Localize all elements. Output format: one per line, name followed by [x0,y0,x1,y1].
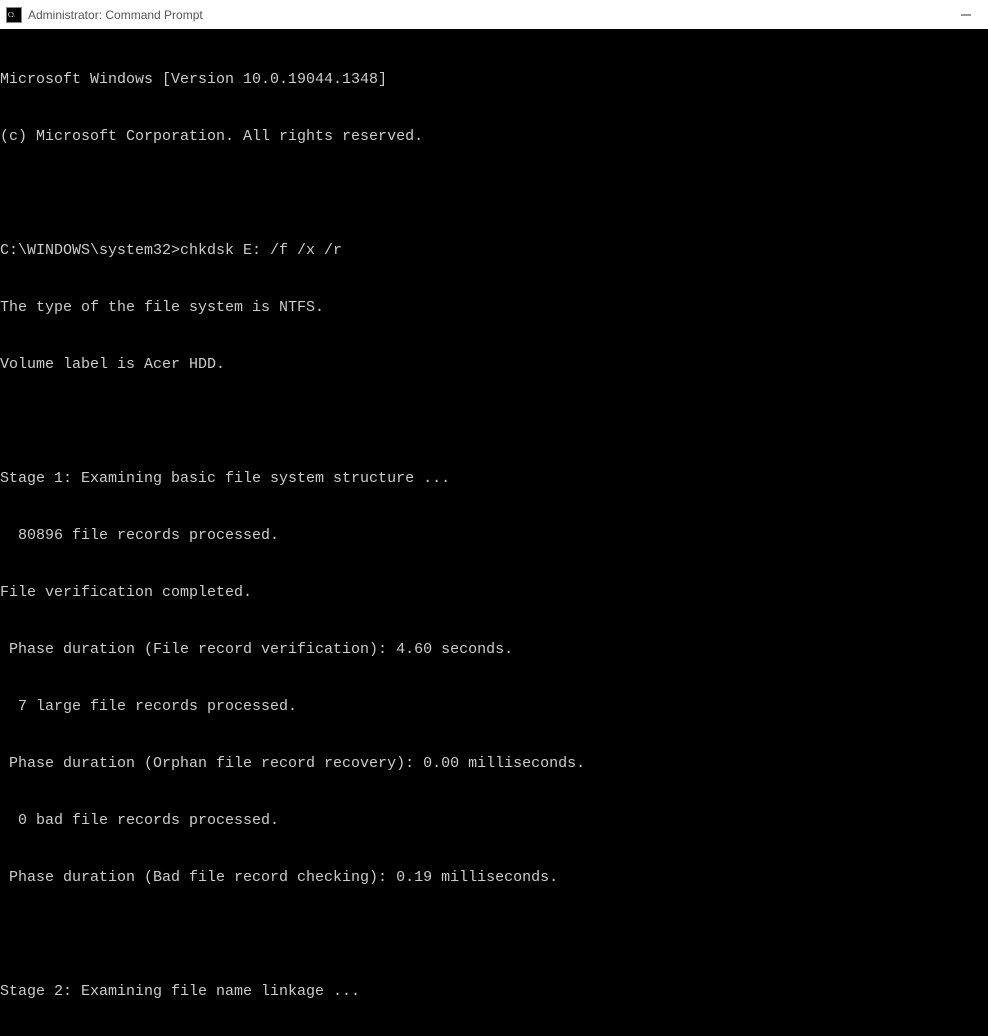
terminal-output[interactable]: Microsoft Windows [Version 10.0.19044.13… [0,30,988,1036]
output-line: Stage 1: Examining basic file system str… [0,469,988,488]
output-line: Volume label is Acer HDD. [0,355,988,374]
prompt-command-line: C:\WINDOWS\system32>chkdsk E: /f /x /r [0,241,988,260]
window-controls [943,0,988,29]
window-titlebar[interactable]: C:\ Administrator: Command Prompt [0,0,988,30]
output-line: Phase duration (File record verification… [0,640,988,659]
output-line: The type of the file system is NTFS. [0,298,988,317]
output-line [0,412,988,431]
output-line: File verification completed. [0,583,988,602]
titlebar-left: C:\ Administrator: Command Prompt [6,7,203,23]
output-line [0,184,988,203]
output-line: Stage 2: Examining file name linkage ... [0,982,988,1001]
output-line: Phase duration (Orphan file record recov… [0,754,988,773]
output-line: 7 large file records processed. [0,697,988,716]
output-line: Phase duration (Bad file record checking… [0,868,988,887]
window-title: Administrator: Command Prompt [28,8,203,22]
output-line [0,925,988,944]
output-line: Microsoft Windows [Version 10.0.19044.13… [0,70,988,89]
minimize-button[interactable] [943,0,988,29]
cmd-icon: C:\ [6,7,22,23]
output-line: (c) Microsoft Corporation. All rights re… [0,127,988,146]
output-line: 0 bad file records processed. [0,811,988,830]
output-line: 80896 file records processed. [0,526,988,545]
